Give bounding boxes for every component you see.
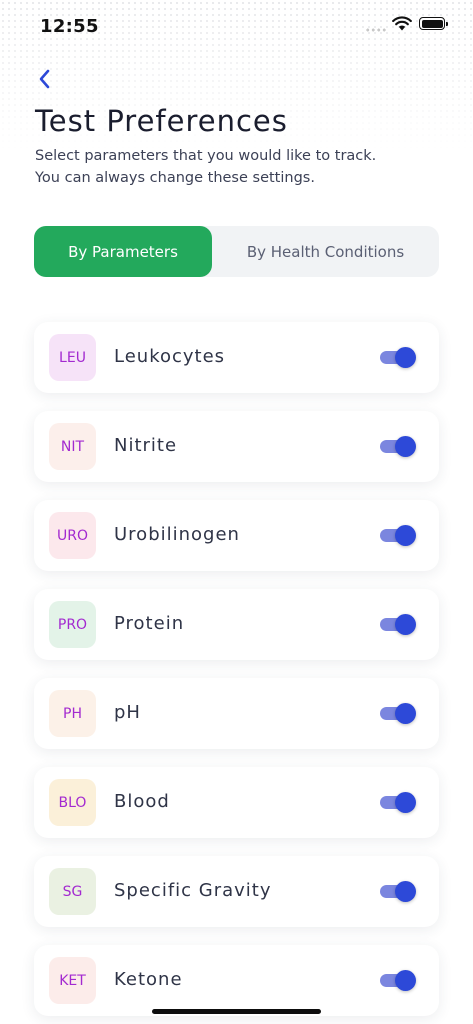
ketone-toggle[interactable]	[380, 970, 416, 991]
page-title: Test Preferences	[35, 104, 288, 138]
parameter-card-protein: PRO Protein	[34, 589, 439, 660]
parameter-name: Specific Gravity	[114, 880, 272, 901]
subtitle-line: You can always change these settings.	[35, 170, 315, 186]
parameter-card-ph: PH pH	[34, 678, 439, 749]
chevron-left-icon	[39, 69, 50, 89]
parameter-name: Protein	[114, 613, 185, 634]
back-button[interactable]	[34, 66, 58, 92]
parameter-name: Blood	[114, 791, 170, 812]
page-subtitle: Select parameters that you would like to…	[35, 145, 376, 189]
parameter-code-badge: NIT	[49, 423, 96, 470]
parameter-name: Leukocytes	[114, 346, 226, 367]
parameter-name: Nitrite	[114, 435, 178, 456]
parameter-card-leukocytes: LEU Leukocytes	[34, 322, 439, 393]
parameter-card-blood: BLO Blood	[34, 767, 439, 838]
home-indicator	[152, 1009, 321, 1014]
parameter-code-badge: BLO	[49, 779, 96, 826]
parameter-code-badge: PH	[49, 690, 96, 737]
view-segmented-control: By Parameters By Health Conditions	[34, 226, 439, 277]
subtitle-line: Select parameters that you would like to…	[35, 148, 377, 164]
leukocytes-toggle[interactable]	[380, 347, 416, 368]
parameter-code-badge: PRO	[49, 601, 96, 648]
parameter-code-badge: URO	[49, 512, 96, 559]
battery-icon	[419, 17, 448, 30]
parameter-code-badge: SG	[49, 868, 96, 915]
cellular-signal-icon	[365, 28, 387, 32]
parameter-code-badge: KET	[49, 957, 96, 1004]
status-time: 12:55	[40, 16, 99, 37]
urobilinogen-toggle[interactable]	[380, 525, 416, 546]
ph-toggle[interactable]	[380, 703, 416, 724]
tab-by-health-conditions[interactable]: By Health Conditions	[212, 226, 439, 277]
protein-toggle[interactable]	[380, 614, 416, 635]
parameter-card-urobilinogen: URO Urobilinogen	[34, 500, 439, 571]
parameter-code-badge: LEU	[49, 334, 96, 381]
parameter-name: pH	[114, 702, 141, 723]
nitrite-toggle[interactable]	[380, 436, 416, 457]
status-bar: 12:55	[0, 0, 473, 52]
tab-by-parameters[interactable]: By Parameters	[34, 226, 212, 277]
parameter-card-specific-gravity: SG Specific Gravity	[34, 856, 439, 927]
parameter-card-ketone: KET Ketone	[34, 945, 439, 1016]
specific-gravity-toggle[interactable]	[380, 881, 416, 902]
parameter-card-nitrite: NIT Nitrite	[34, 411, 439, 482]
parameter-name: Ketone	[114, 969, 183, 990]
wifi-icon	[392, 16, 412, 31]
blood-toggle[interactable]	[380, 792, 416, 813]
parameter-name: Urobilinogen	[114, 524, 240, 545]
